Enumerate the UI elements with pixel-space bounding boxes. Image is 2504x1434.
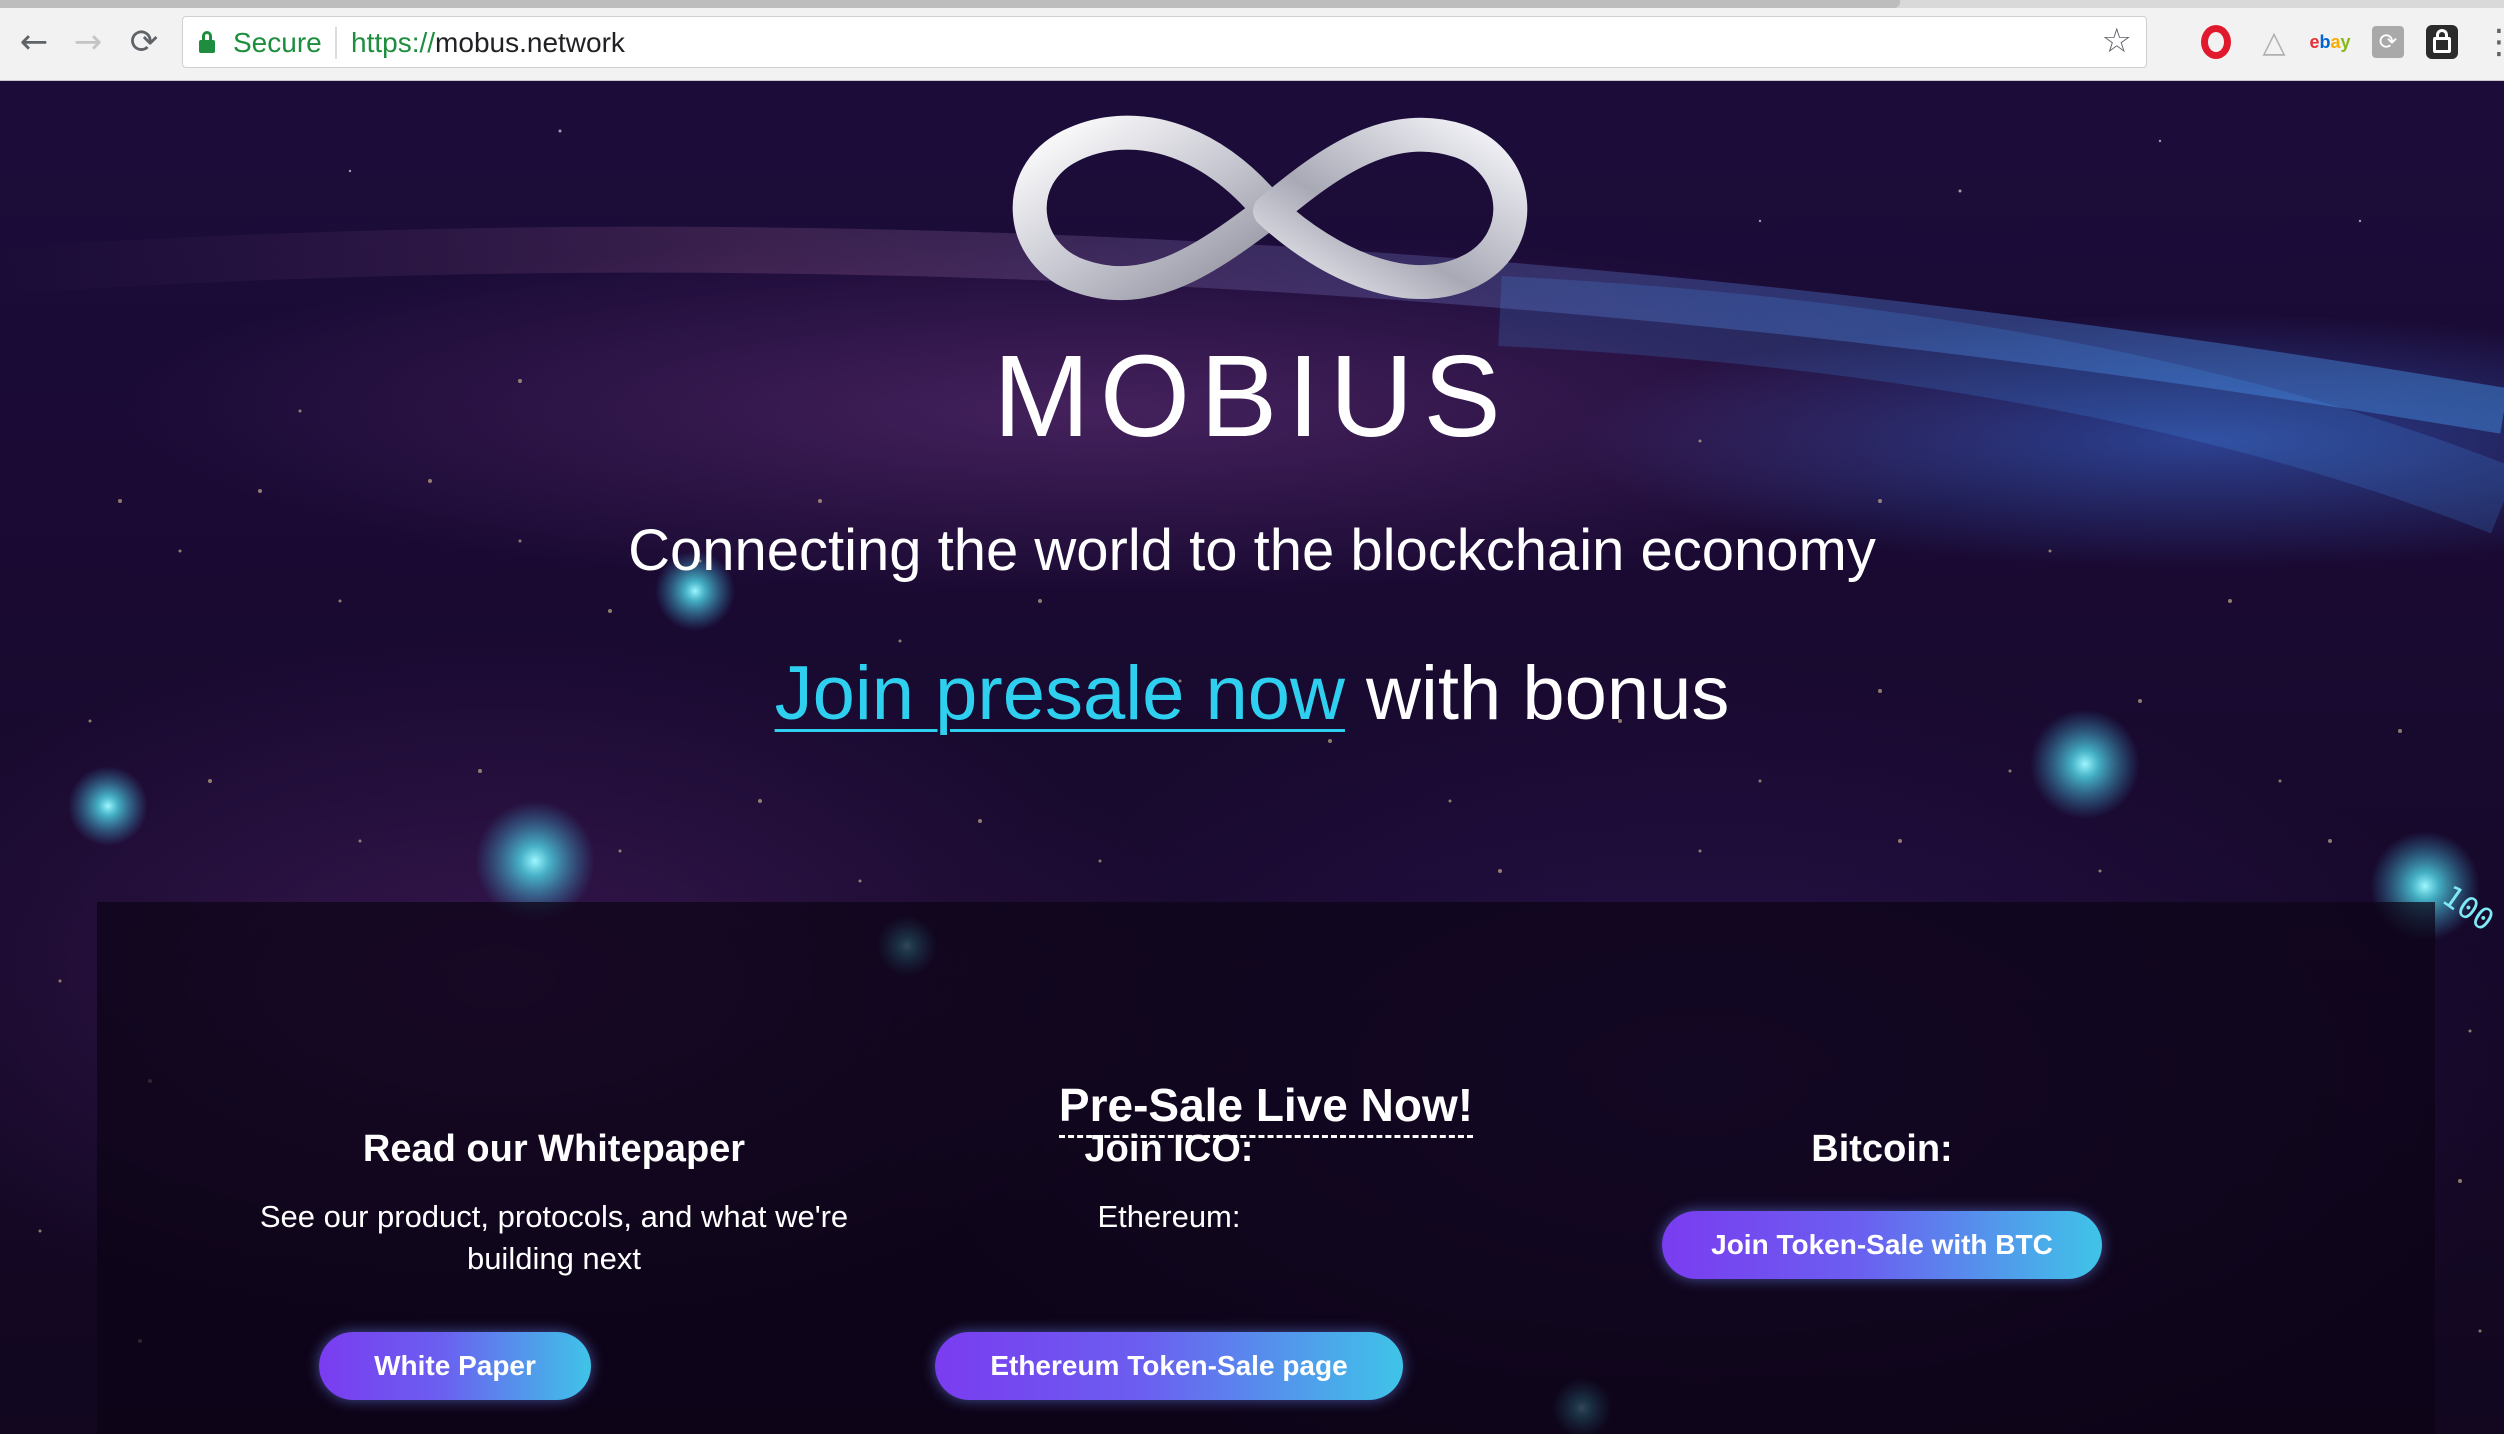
browser-menu-icon[interactable]: ⋮	[2482, 22, 2504, 62]
ebay-letter: e	[2309, 31, 2320, 52]
url-host: mobus.network	[435, 27, 625, 58]
url-text[interactable]: https://mobus.network	[351, 27, 625, 59]
omnibox-divider	[335, 27, 337, 59]
active-tab[interactable]	[0, 0, 1900, 8]
bookmark-star-icon[interactable]: ☆	[2102, 21, 2132, 61]
back-button[interactable]: ←	[12, 20, 56, 64]
tab-strip	[0, 0, 2504, 8]
gray-extension-icon[interactable]: ⟳	[2368, 22, 2408, 62]
gray-extension-glyph: ⟳	[2372, 26, 2404, 58]
ebay-letter: y	[2340, 31, 2351, 52]
ebay-letter: a	[2330, 31, 2341, 52]
secure-label: Secure	[233, 27, 322, 58]
ico-heading: Join ICO:	[1084, 1128, 1254, 1170]
back-arrow-icon: ←	[19, 22, 49, 62]
white-paper-button[interactable]: White Paper	[319, 1332, 591, 1400]
ghostery-extension-icon[interactable]: △	[2254, 22, 2294, 62]
mobius-infinity-logo	[1012, 115, 1528, 301]
whitepaper-column: Read our Whitepaper See our product, pro…	[204, 1124, 904, 1280]
password-manager-extension-icon[interactable]	[2422, 22, 2462, 62]
whitepaper-heading: Read our Whitepaper	[362, 1128, 746, 1170]
presale-headline: Join presale now with bonus	[0, 644, 2504, 744]
address-bar[interactable]: Secure https://mobus.network ☆	[182, 16, 2147, 68]
reload-icon: ⟳	[129, 22, 159, 62]
browser-toolbar: ← → ⟳ Secure https://mobus.network ☆ △ e…	[0, 0, 2504, 81]
forward-button[interactable]: →	[66, 20, 110, 64]
url-scheme: https://	[351, 27, 436, 58]
ebay-letter: b	[2319, 31, 2331, 52]
whitepaper-description: See our product, protocols, and what we'…	[259, 1199, 849, 1276]
secure-lock-icon	[199, 31, 215, 53]
opera-extension-icon[interactable]	[2196, 22, 2236, 62]
ebay-extension-icon[interactable]: ebay	[2308, 22, 2352, 62]
bitcoin-column: Bitcoin:	[1532, 1124, 2232, 1174]
ethereum-token-sale-button[interactable]: Ethereum Token-Sale page	[935, 1332, 1403, 1400]
btc-token-sale-button[interactable]: Join Token-Sale with BTC	[1662, 1211, 2102, 1279]
presale-suffix: with bonus	[1344, 651, 1730, 736]
reload-button[interactable]: ⟳	[122, 20, 166, 64]
bitcoin-heading: Bitcoin:	[1811, 1128, 1953, 1170]
brand-wordmark: MOBIUS	[993, 331, 1511, 461]
forward-arrow-icon: →	[73, 22, 103, 62]
hero-tagline: Connecting the world to the blockchain e…	[628, 518, 1876, 583]
ethereum-label: Ethereum:	[1097, 1199, 1241, 1234]
ico-column: Join ICO: Ethereum:	[819, 1124, 1519, 1238]
join-presale-link[interactable]: Join presale now	[775, 651, 1345, 736]
